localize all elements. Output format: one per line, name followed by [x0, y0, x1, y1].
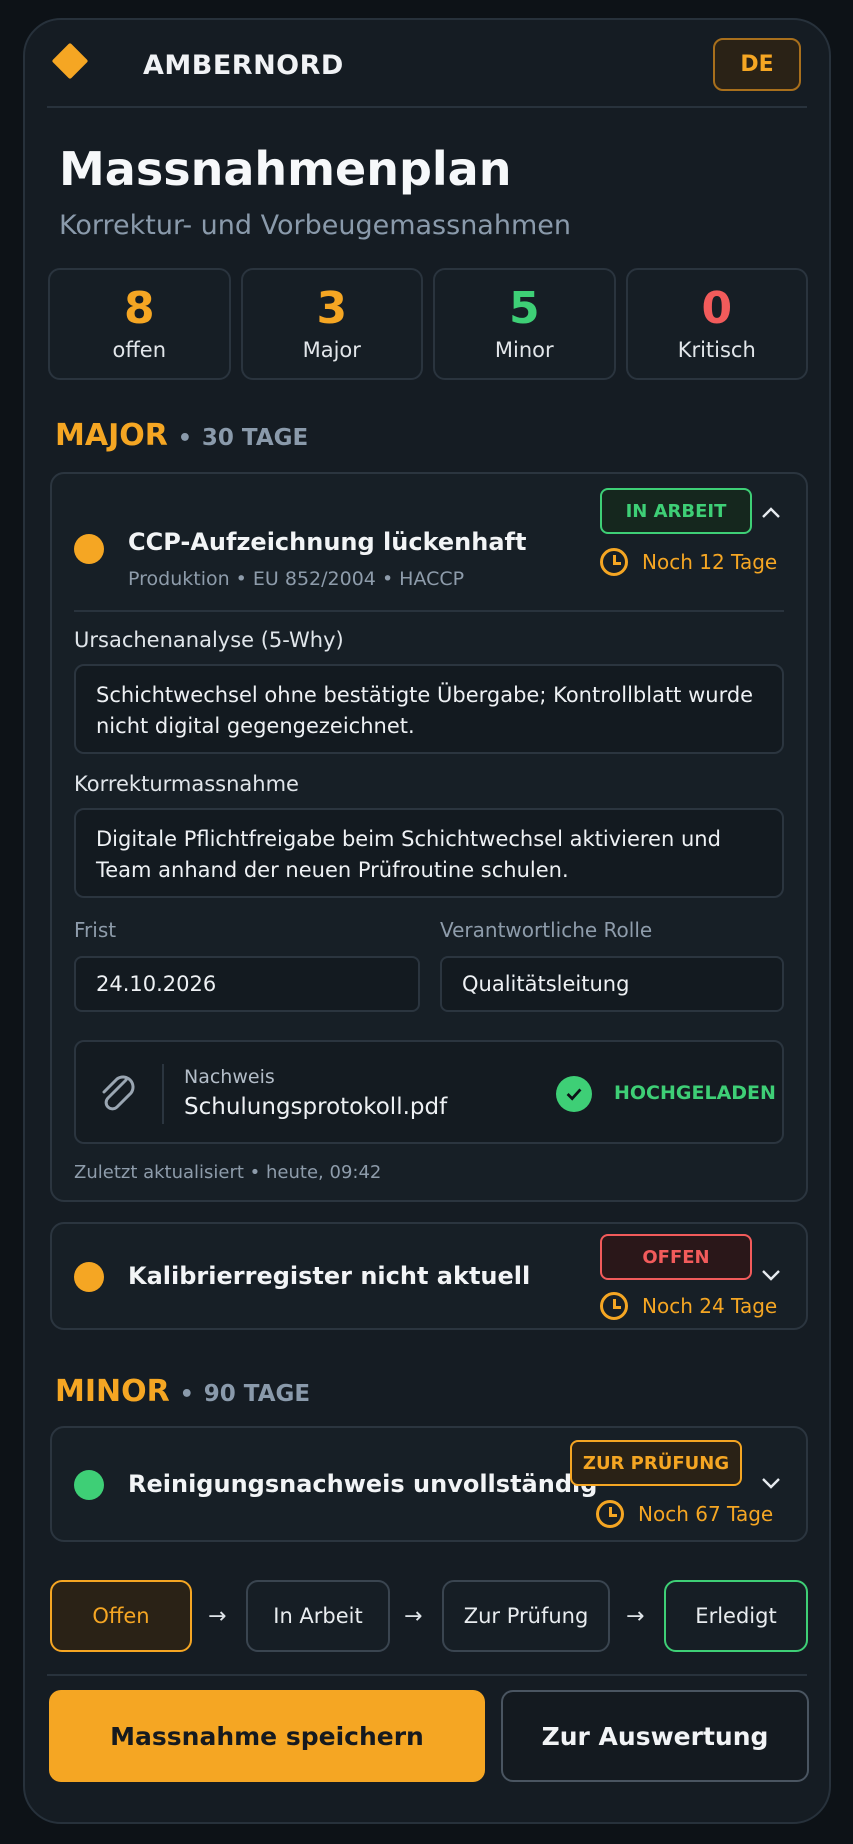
arrow-right-icon: →	[404, 1604, 423, 1629]
section-label: MINOR	[55, 1374, 170, 1409]
due-indicator: Noch 24 Tage	[600, 1292, 777, 1320]
last-updated: Zuletzt aktualisiert • heute, 09:42	[74, 1162, 382, 1183]
stat-value: 3	[316, 283, 348, 334]
stat-label: Major	[302, 338, 361, 362]
root-cause-textarea[interactable]: Schichtwechsel ohne bestätigte Übergabe;…	[74, 664, 784, 754]
check-circle-icon	[556, 1076, 592, 1112]
finding-card-ccp: CCP-Aufzeichnung lückenhaft Produktion •…	[50, 472, 808, 1202]
section-label: MAJOR	[55, 418, 168, 453]
go-to-report-button[interactable]: Zur Auswertung	[501, 1690, 809, 1782]
clock-icon	[596, 1500, 624, 1528]
due-indicator: Noch 12 Tage	[600, 548, 777, 576]
clock-icon	[600, 548, 628, 576]
finding-card-cleaning[interactable]: Reinigungsnachweis unvollständig ZUR PRÜ…	[50, 1426, 808, 1542]
stat-major: 3 Major	[240, 268, 423, 380]
severity-dot	[74, 534, 104, 564]
finding-card-calibration[interactable]: Kalibrierregister nicht aktuell OFFEN No…	[50, 1222, 808, 1330]
workflow-step-done[interactable]: Erledigt	[664, 1580, 808, 1652]
diamond-logo-icon	[51, 42, 89, 80]
expand-button[interactable]	[756, 1260, 786, 1290]
stat-minor: 5 Minor	[433, 268, 616, 380]
stat-value: 5	[508, 283, 540, 334]
actions-divider	[47, 1674, 807, 1676]
evidence-status: HOCHGELADEN	[614, 1082, 776, 1104]
workflow-step-open[interactable]: Offen	[50, 1580, 192, 1652]
section-header-major: MAJOR • 30 TAGE	[55, 418, 308, 453]
workflow-step-in-progress[interactable]: In Arbeit	[246, 1580, 390, 1652]
stat-label: Kritisch	[677, 338, 756, 362]
page-title: Massnahmenplan	[59, 142, 512, 196]
save-measure-button[interactable]: Massnahme speichern	[49, 1690, 485, 1782]
status-badge: OFFEN	[600, 1234, 752, 1280]
paperclip-icon	[102, 1075, 135, 1111]
clock-icon	[600, 1292, 628, 1320]
status-badge: IN ARBEIT	[600, 488, 752, 534]
correction-label: Korrekturmassnahme	[74, 772, 299, 796]
due-indicator: Noch 67 Tage	[596, 1500, 773, 1528]
evidence-filename: Schulungsprotokoll.pdf	[184, 1094, 448, 1120]
due-text: Noch 12 Tage	[642, 550, 778, 574]
stat-label: offen	[112, 338, 167, 362]
stat-value: 0	[701, 283, 733, 334]
finding-title: Reinigungsnachweis unvollständig	[128, 1470, 598, 1498]
workflow-stepper: Offen → In Arbeit → Zur Prüfung → Erledi…	[50, 1580, 810, 1654]
evidence-box[interactable]: Nachweis Schulungsprotokoll.pdf HOCHGELA…	[74, 1040, 784, 1144]
app-shell: AMBERNORD DE Massnahmenplan Korrektur- u…	[23, 18, 831, 1824]
stat-value: 8	[123, 283, 155, 334]
role-label: Verantwortliche Rolle	[440, 918, 653, 942]
language-switch-button[interactable]: DE	[713, 38, 801, 91]
expand-button[interactable]	[756, 1468, 786, 1498]
correction-textarea[interactable]: Digitale Pflichtfreigabe beim Schichtwec…	[74, 808, 784, 898]
chevron-down-icon	[762, 1478, 780, 1489]
stat-critical: 0 Kritisch	[625, 268, 808, 380]
role-input[interactable]: Qualitätsleitung	[440, 956, 784, 1012]
root-cause-label: Ursachenanalyse (5-Why)	[74, 628, 344, 652]
finding-title: CCP-Aufzeichnung lückenhaft	[128, 528, 527, 556]
deadline-label: Frist	[74, 918, 117, 942]
section-header-minor: MINOR • 90 TAGE	[55, 1374, 310, 1409]
due-text: Noch 24 Tage	[642, 1294, 778, 1318]
arrow-right-icon: →	[626, 1604, 645, 1629]
chevron-down-icon	[762, 1270, 780, 1281]
severity-dot	[74, 1262, 104, 1292]
finding-meta: Produktion • EU 852/2004 • HACCP	[128, 568, 465, 590]
section-days: 30 TAGE	[201, 425, 309, 451]
status-badge: ZUR PRÜFUNG	[570, 1440, 742, 1486]
brand-name: AMBERNORD	[143, 50, 344, 81]
evidence-separator	[162, 1064, 164, 1124]
stat-open: 8 offen	[48, 268, 231, 380]
section-separator: •	[177, 426, 192, 451]
evidence-label: Nachweis	[184, 1066, 275, 1088]
section-days: 90 TAGE	[203, 1381, 311, 1407]
stats-row: 8 offen 3 Major 5 Minor 0 Kritisch	[48, 268, 808, 380]
due-text: Noch 67 Tage	[638, 1502, 774, 1526]
workflow-step-review[interactable]: Zur Prüfung	[442, 1580, 610, 1652]
arrow-right-icon: →	[208, 1604, 227, 1629]
section-separator: •	[179, 1382, 194, 1407]
card-divider	[74, 610, 784, 612]
app-header: AMBERNORD DE	[47, 20, 807, 108]
stat-label: Minor	[494, 338, 554, 362]
chevron-up-icon	[762, 507, 780, 518]
page-subtitle: Korrektur- und Vorbeugemassnahmen	[59, 210, 571, 241]
severity-dot	[74, 1470, 104, 1500]
collapse-button[interactable]	[756, 498, 786, 528]
deadline-input[interactable]: 24.10.2026	[74, 956, 420, 1012]
finding-title: Kalibrierregister nicht aktuell	[128, 1262, 531, 1290]
